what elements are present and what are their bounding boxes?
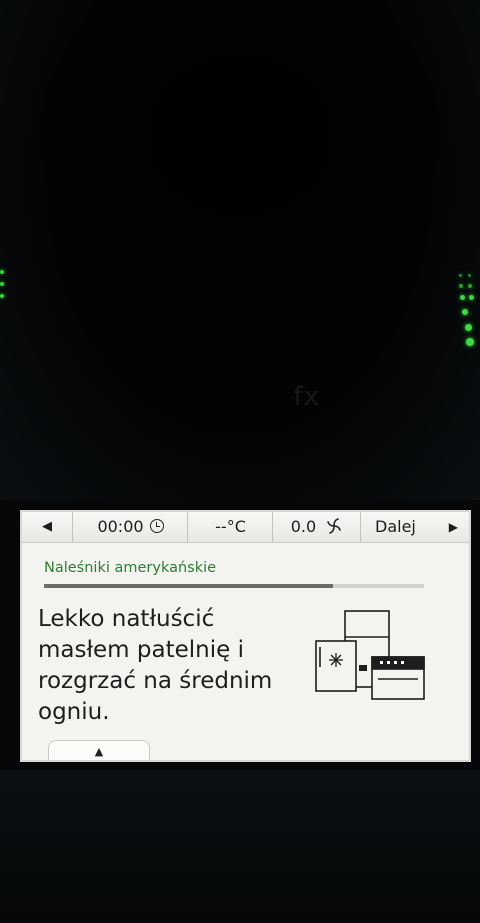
back-button[interactable]: ◀ [22, 512, 72, 542]
fan-icon [327, 518, 342, 534]
led-dot [459, 274, 462, 277]
fridge-and-oven-icon [315, 610, 425, 700]
touch-screen: ◀ 00:00 --°C 0.0 Dalej ▶ Naleśniki amery… [20, 510, 471, 762]
recipe-progress-fill [44, 584, 333, 588]
device-body: fx [0, 0, 480, 500]
next-label: Dalej [375, 517, 416, 536]
expand-tab-button[interactable]: ▲ [48, 740, 150, 760]
mixing-bowl [40, 0, 440, 310]
led-dot [462, 309, 468, 315]
temperature-value: --°C [215, 517, 246, 536]
speed-display[interactable]: 0.0 [272, 512, 361, 542]
next-arrow-icon: ▶ [448, 520, 458, 534]
led-dot [0, 270, 4, 274]
bottom-edge [22, 760, 469, 762]
next-button[interactable]: Dalej ▶ [360, 512, 469, 542]
timer-value: 00:00 [97, 517, 144, 536]
status-bar: ◀ 00:00 --°C 0.0 Dalej ▶ [22, 512, 469, 543]
led-dot [460, 295, 465, 300]
back-arrow-icon: ◀ [42, 519, 52, 534]
chevron-up-icon: ▲ [94, 745, 104, 758]
led-dot [468, 284, 472, 288]
device-lower-body [0, 770, 480, 923]
instruction-text: Lekko natłuścić masłem patelnię i rozgrz… [38, 606, 273, 725]
led-dot [466, 338, 474, 346]
clock-icon [149, 519, 164, 533]
speed-value: 0.0 [290, 517, 317, 536]
led-dot [0, 282, 4, 286]
led-dot [459, 284, 463, 288]
left-led-indicator [0, 270, 4, 306]
led-dot [468, 274, 471, 277]
recipe-progress-bar [44, 584, 424, 588]
led-dot [0, 294, 4, 298]
timer-display[interactable]: 00:00 [72, 512, 188, 542]
led-dot [469, 295, 474, 300]
led-dot [465, 324, 472, 331]
recipe-title: Naleśniki amerykańskie [44, 560, 217, 576]
temperature-display[interactable]: --°C [187, 512, 273, 542]
brand-mark: fx [293, 382, 320, 412]
